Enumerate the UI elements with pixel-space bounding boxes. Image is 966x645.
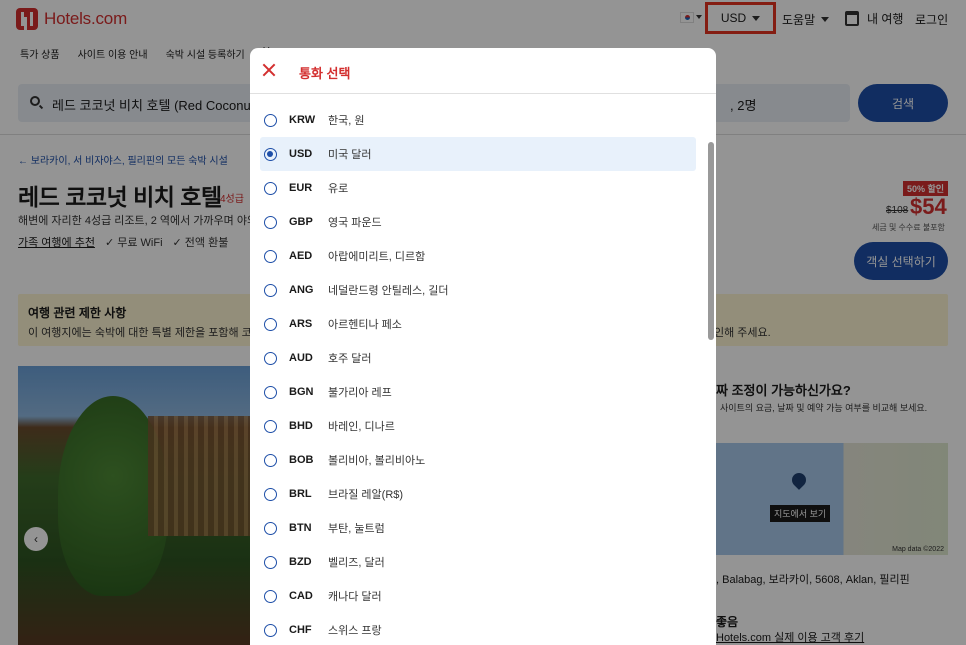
currency-name: 불가리아 레프: [328, 387, 392, 399]
currency-option-cad[interactable]: CAD 캐나다 달러: [260, 579, 696, 613]
radio-button[interactable]: [264, 623, 277, 637]
currency-code: GBP: [289, 216, 313, 228]
currency-option-bzd[interactable]: BZD 벨리즈, 달러: [260, 545, 696, 579]
currency-option-bob[interactable]: BOB 볼리비아, 볼리비아노: [260, 443, 696, 477]
currency-option-btn[interactable]: BTN 부탄, 눌트럼: [260, 511, 696, 545]
scrollbar[interactable]: [708, 96, 714, 645]
radio-button[interactable]: [264, 385, 277, 399]
currency-name: 아랍에미리트, 디르함: [328, 251, 426, 263]
currency-code: EUR: [289, 182, 313, 194]
currency-code: BZD: [289, 556, 312, 568]
currency-list: KRW 한국, 원 USD 미국 달러 EUR 유로 GBP 영국 파운드 AED 아랍에미리트,…: [250, 103, 706, 645]
currency-option-aud[interactable]: AUD 호주 달러: [260, 341, 696, 375]
currency-modal: 통화 선택 KRW 한국, 원 USD 미국 달러 EUR 유로 GBP 영국 파운드 AED 아…: [250, 48, 716, 645]
modal-title: 통화 선택: [299, 66, 351, 81]
currency-name: 아르헨티나 페소: [328, 319, 402, 331]
radio-button[interactable]: [264, 283, 277, 297]
currency-option-chf[interactable]: CHF 스위스 프랑: [260, 613, 696, 645]
currency-option-eur[interactable]: EUR 유로: [260, 171, 696, 205]
currency-option-bgn[interactable]: BGN 불가리아 레프: [260, 375, 696, 409]
currency-option-brl[interactable]: BRL 브라질 레알(R$): [260, 477, 696, 511]
currency-name: 바레인, 디나르: [328, 421, 395, 433]
currency-name: 스위스 프랑: [328, 625, 382, 637]
currency-name: 네덜란드령 안틸레스, 길더: [328, 285, 449, 297]
scrollbar-thumb[interactable]: [708, 142, 714, 340]
currency-name: 브라질 레알(R$): [328, 489, 404, 501]
currency-code: AUD: [289, 352, 313, 364]
currency-code: CAD: [289, 590, 313, 602]
radio-button[interactable]: [264, 555, 277, 569]
currency-code: BRL: [289, 488, 312, 500]
currency-code: CHF: [289, 624, 312, 636]
currency-name: 호주 달러: [328, 353, 372, 365]
currency-name: 영국 파운드: [328, 217, 382, 229]
currency-option-usd[interactable]: USD 미국 달러: [260, 137, 696, 171]
currency-code: ANG: [289, 284, 314, 296]
radio-button[interactable]: [264, 249, 277, 263]
currency-option-aed[interactable]: AED 아랍에미리트, 디르함: [260, 239, 696, 273]
radio-button[interactable]: [264, 419, 277, 433]
currency-name: 캐나다 달러: [328, 591, 382, 603]
currency-option-krw[interactable]: KRW 한국, 원: [260, 103, 696, 137]
currency-name: 한국, 원: [328, 115, 365, 127]
radio-button[interactable]: [264, 181, 277, 195]
radio-button[interactable]: [264, 521, 277, 535]
currency-name: 볼리비아, 볼리비아노: [328, 455, 426, 467]
currency-code: AED: [289, 250, 313, 262]
currency-name: 부탄, 눌트럼: [328, 523, 385, 535]
currency-code: BHD: [289, 420, 313, 432]
currency-option-ang[interactable]: ANG 네덜란드령 안틸레스, 길더: [260, 273, 696, 307]
currency-code: ARS: [289, 318, 313, 330]
currency-option-gbp[interactable]: GBP 영국 파운드: [260, 205, 696, 239]
currency-name: 벨리즈, 달러: [328, 557, 385, 569]
currency-option-ars[interactable]: ARS 아르헨티나 페소: [260, 307, 696, 341]
currency-name: 유로: [328, 183, 349, 195]
modal-header: 통화 선택: [250, 48, 716, 94]
radio-button[interactable]: [264, 351, 277, 365]
radio-button[interactable]: [264, 453, 277, 467]
currency-code: BOB: [289, 454, 314, 466]
currency-code: KRW: [289, 114, 316, 126]
currency-name: 미국 달러: [328, 149, 372, 161]
radio-button[interactable]: [264, 317, 277, 331]
radio-button[interactable]: [264, 215, 277, 229]
radio-button[interactable]: [264, 147, 277, 161]
close-icon[interactable]: [262, 63, 276, 77]
currency-code: BTN: [289, 522, 312, 534]
radio-button[interactable]: [264, 589, 277, 603]
radio-button[interactable]: [264, 113, 277, 127]
currency-code: BGN: [289, 386, 314, 398]
currency-option-bhd[interactable]: BHD 바레인, 디나르: [260, 409, 696, 443]
currency-code: USD: [289, 148, 313, 160]
radio-button[interactable]: [264, 487, 277, 501]
